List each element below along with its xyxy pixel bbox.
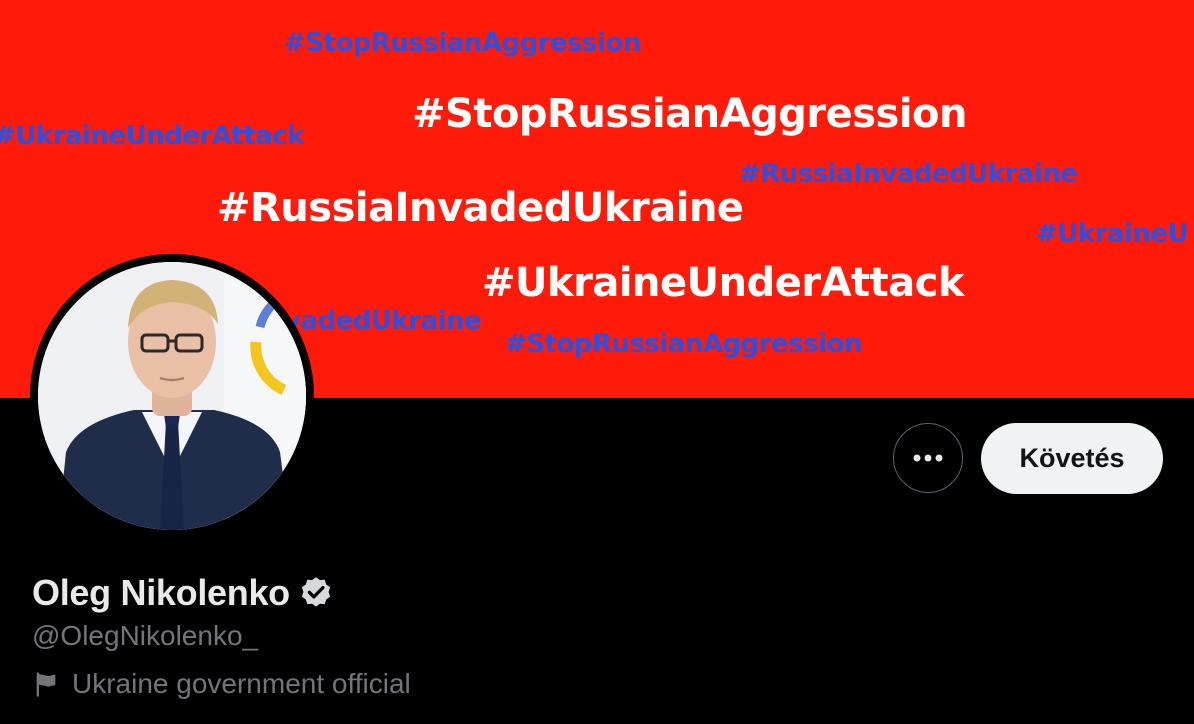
affiliation-label[interactable]: Ukraine government official [32,668,411,700]
banner-hashtag: #StopRussianAggression [412,91,968,137]
more-options-button[interactable] [893,423,963,493]
avatar-portrait [38,262,306,530]
more-horizontal-icon [913,454,943,462]
banner-hashtag: #StopRussianAggression [505,329,862,359]
display-name: Oleg Nikolenko [32,572,290,613]
verified-badge-icon[interactable] [298,575,334,611]
banner-hashtag: #UkraineUnderAttack [482,260,965,306]
follow-button[interactable]: Követés [981,423,1163,494]
affiliation-text: Ukraine government official [72,668,411,699]
profile-handle: @OlegNikolenko_ [32,620,259,651]
banner-hashtag: #RussiaInvadedUkraine [217,185,744,231]
banner-hashtag: #StopRussianAggression [284,28,641,58]
avatar[interactable] [38,262,306,530]
banner-hashtag: #RussiaInvadedUkraine [739,159,1078,189]
profile-name-row: Oleg Nikolenko [32,572,334,614]
banner-hashtag: #UkraineUnderAttack [0,121,305,151]
banner-hashtag: #UkraineU [1036,219,1189,249]
banner-hashtag: vadedUkraine [284,306,482,336]
flag-icon [36,672,56,697]
